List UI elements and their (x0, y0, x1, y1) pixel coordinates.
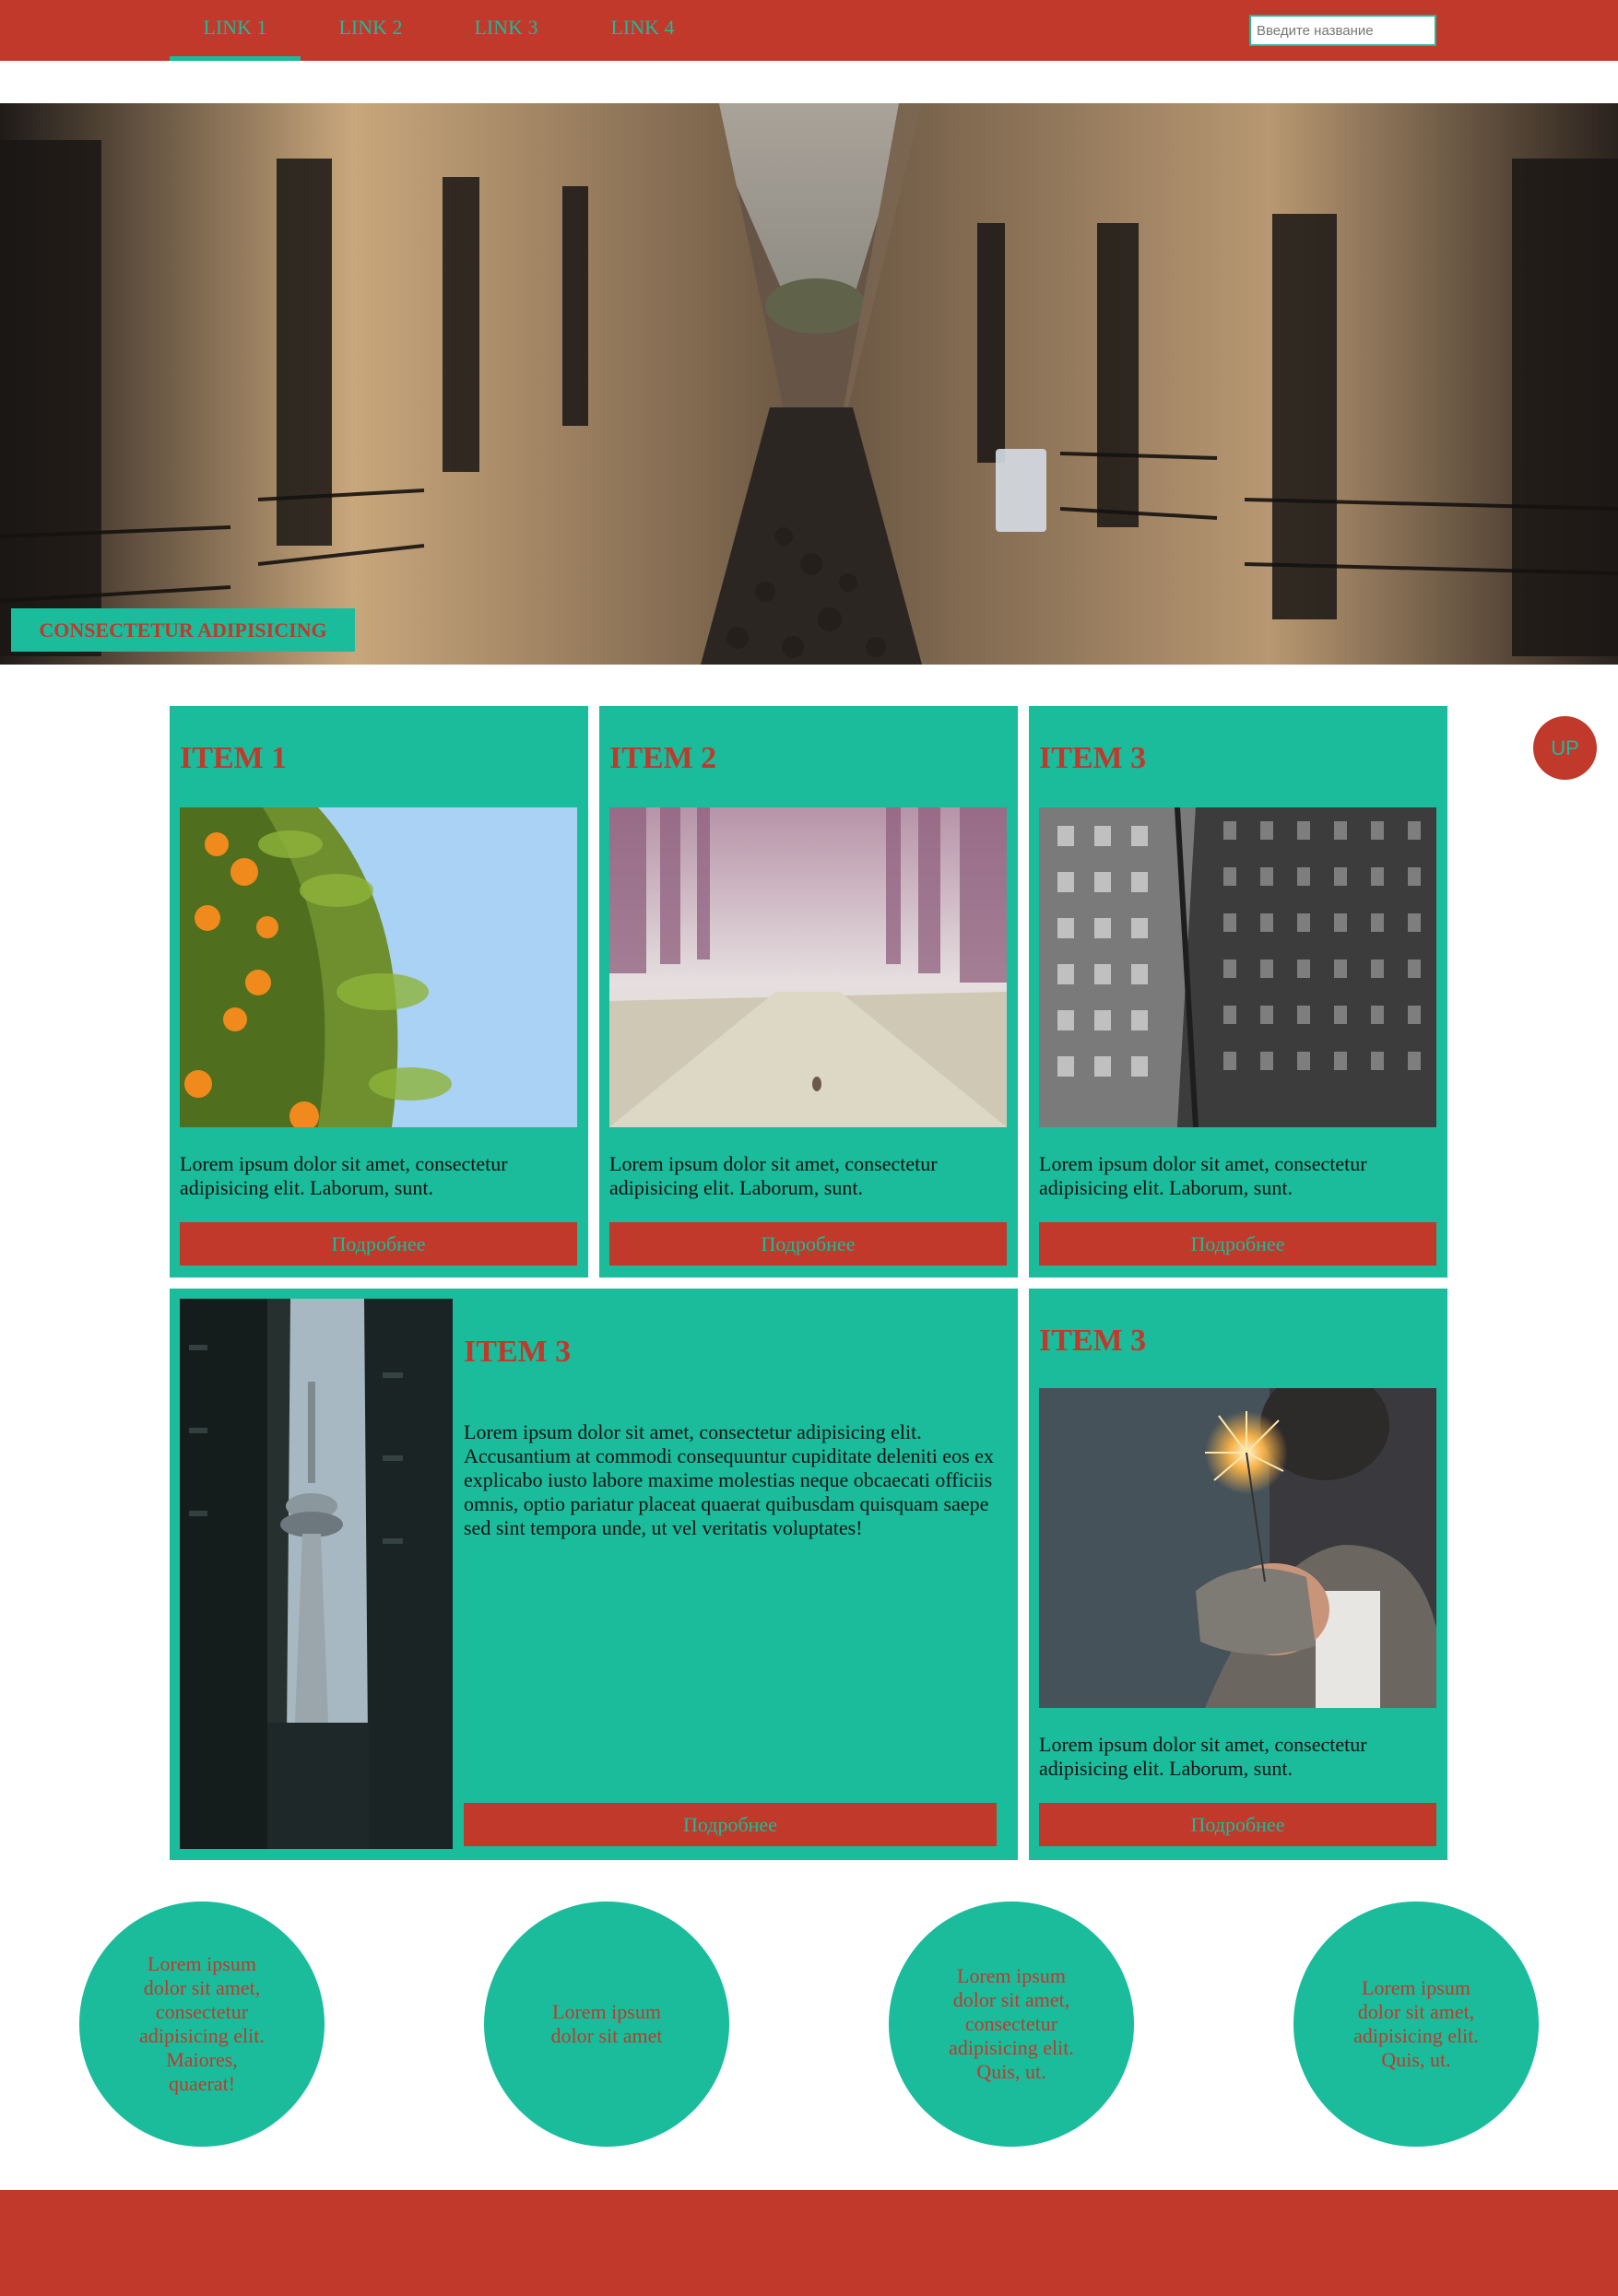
hero-caption[interactable]: CONSECTETUR ADIPISICING (11, 608, 355, 652)
card-item-wide: ITEM 3 Lorem ipsum dolor sit amet, conse… (170, 1289, 1018, 1860)
circle-text: Lorem ipsum dolor sit amet, consectetur … (949, 1964, 1074, 2083)
card-item-1: ITEM 1 Lorem ipsum dolor sit amet, conse… (170, 706, 588, 1278)
tower-image (180, 1299, 453, 1849)
circle-text: Lorem ipsum dolor sit amet (550, 2000, 663, 2047)
details-button[interactable]: Подробнее (1039, 1222, 1436, 1266)
card-title: ITEM 3 (464, 1335, 572, 1369)
info-circle-4: Lorem ipsum dolor sit amet, adipisicing … (1293, 1902, 1539, 2147)
card-item-2: ITEM 2 Lorem ipsum dolor sit amet, conse… (599, 706, 1018, 1278)
card-item-side: ITEM 3 Lorem ipsum dolor sit amet, conse… (1029, 1289, 1447, 1860)
card-text: Lorem ipsum dolor sit amet, consectetur … (1039, 1152, 1367, 1199)
details-button[interactable]: Подробнее (609, 1222, 1007, 1266)
card-text: Lorem ipsum dolor sit amet, consectetur … (180, 1152, 508, 1199)
search-input[interactable] (1249, 15, 1436, 46)
card-item-3: ITEM 3 Lorem ipsum dolor sit amet, conse… (1029, 706, 1447, 1278)
details-button[interactable]: Подробнее (1039, 1803, 1436, 1846)
nav-link-1[interactable]: LINK 1 (170, 0, 301, 61)
card-title: ITEM 2 (609, 741, 717, 775)
scroll-up-button[interactable]: UP (1533, 716, 1597, 780)
nav-link-4[interactable]: LINK 4 (577, 0, 708, 61)
misty-road-image (609, 807, 1007, 1127)
nav-link-3[interactable]: LINK 3 (441, 0, 572, 61)
details-button[interactable]: Подробнее (180, 1222, 577, 1266)
details-button[interactable]: Подробнее (464, 1803, 997, 1846)
card-title: ITEM 3 (1039, 741, 1147, 775)
card-title: ITEM 3 (1039, 1324, 1147, 1358)
card-title: ITEM 1 (180, 741, 288, 775)
card-text: Lorem ipsum dolor sit amet, consectetur … (464, 1420, 994, 1539)
info-circle-2: Lorem ipsum dolor sit amet (484, 1902, 729, 2147)
orange-tree-image (180, 807, 577, 1127)
street-photo (0, 103, 1618, 665)
info-circle-1: Lorem ipsum dolor sit amet, consectetur … (79, 1902, 325, 2147)
sparkler-image (1039, 1388, 1436, 1708)
circle-text: Lorem ipsum dolor sit amet, consectetur … (139, 1952, 265, 2095)
card-text: Lorem ipsum dolor sit amet, consectetur … (1039, 1733, 1367, 1780)
circle-text: Lorem ipsum dolor sit amet, adipisicing … (1353, 1976, 1479, 2071)
building-facade-image (1039, 807, 1436, 1127)
card-text: Lorem ipsum dolor sit amet, consectetur … (609, 1152, 938, 1199)
footer (0, 2190, 1618, 2296)
info-circle-3: Lorem ipsum dolor sit amet, consectetur … (889, 1902, 1134, 2147)
top-nav: LINK 1 LINK 2 LINK 3 LINK 4 (0, 0, 1618, 61)
hero-banner: CONSECTETUR ADIPISICING (0, 103, 1618, 665)
nav-link-2[interactable]: LINK 2 (305, 0, 436, 61)
